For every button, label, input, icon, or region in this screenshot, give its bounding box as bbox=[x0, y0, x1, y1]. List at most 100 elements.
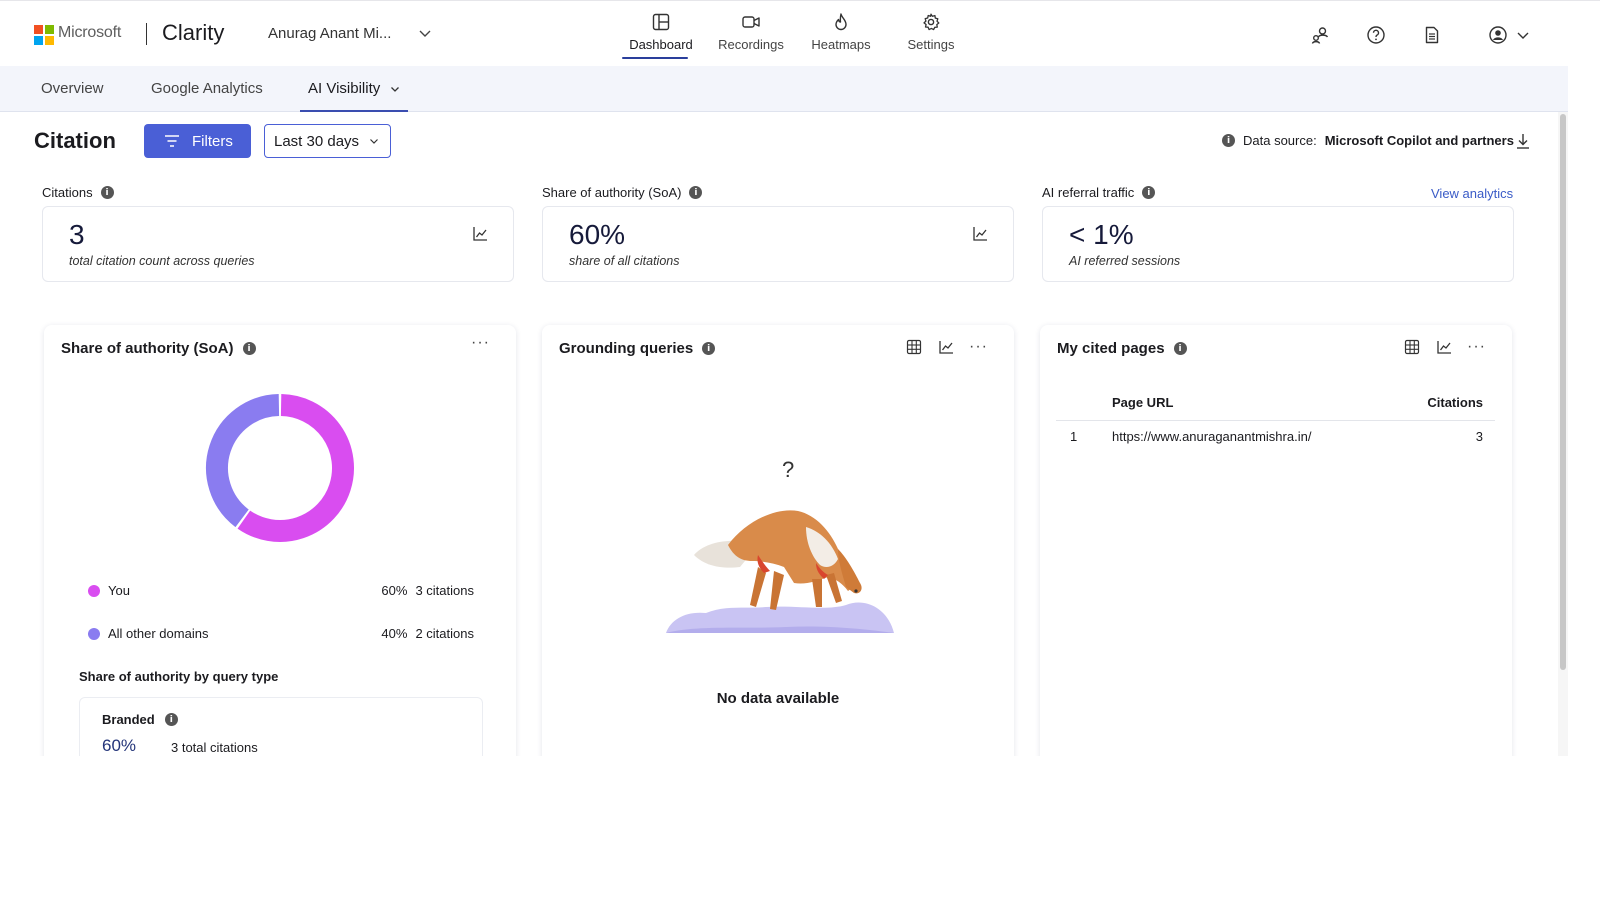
gear-icon bbox=[923, 13, 940, 31]
donut-slice-0[interactable] bbox=[237, 394, 354, 542]
download-icon[interactable] bbox=[1514, 132, 1532, 150]
date-range-dropdown[interactable]: Last 30 days bbox=[264, 124, 391, 158]
nav-label: Heatmaps bbox=[811, 37, 871, 52]
people-icon[interactable] bbox=[1308, 23, 1332, 47]
kpi-label-text: Citations bbox=[42, 185, 93, 200]
info-icon[interactable]: i bbox=[164, 713, 178, 726]
table-row[interactable]: 1 https://www.anuraganantmishra.in/ 3 bbox=[1056, 429, 1495, 451]
filters-label: Filters bbox=[192, 132, 233, 150]
more-options-icon[interactable]: ··· bbox=[1467, 339, 1486, 355]
kpi-subtitle: total citation count across queries bbox=[69, 254, 255, 268]
kpi-label-text: Share of authority (SoA) bbox=[542, 185, 682, 200]
chevron-down-icon[interactable] bbox=[418, 26, 432, 40]
fox-illustration bbox=[666, 510, 894, 633]
kpi-subtitle: share of all citations bbox=[569, 254, 680, 268]
page-url[interactable]: https://www.anuraganantmishra.in/ bbox=[1112, 429, 1311, 444]
nav-label: Settings bbox=[907, 37, 955, 52]
account-icon[interactable] bbox=[1486, 23, 1510, 47]
legend-label: You bbox=[108, 583, 130, 598]
kpi-label-ai-referral: AI referral traffic i bbox=[1042, 185, 1156, 200]
widget-toolbar: ··· bbox=[471, 335, 490, 351]
branded-label: Branded i bbox=[102, 712, 178, 727]
nav-label: Dashboard bbox=[629, 37, 693, 52]
widget-title: Share of authority (SoA) i bbox=[61, 340, 256, 357]
soa-widget: Share of authority (SoA) i ··· You 60% 3… bbox=[44, 325, 516, 777]
tab-overview[interactable]: Overview bbox=[41, 66, 104, 112]
kpi-value: 3 bbox=[69, 219, 85, 250]
info-icon[interactable]: i bbox=[242, 342, 256, 355]
citation-count: 3 bbox=[1475, 429, 1483, 444]
dashboard-icon bbox=[652, 13, 670, 31]
column-header-page-url[interactable]: Page URL bbox=[1112, 395, 1173, 410]
data-source: i Data source: Microsoft Copilot and par… bbox=[1222, 133, 1514, 148]
kpi-card-soa: 60% share of all citations bbox=[542, 206, 1014, 282]
query-type-heading: Share of authority by query type bbox=[79, 669, 279, 684]
filters-button[interactable]: Filters bbox=[144, 124, 251, 158]
widget-toolbar: ··· bbox=[1403, 338, 1486, 356]
project-selector[interactable]: Anurag Anant Mi... bbox=[268, 25, 391, 42]
more-options-icon[interactable]: ··· bbox=[969, 339, 988, 355]
more-options-icon[interactable]: ··· bbox=[471, 335, 490, 351]
top-header: Microsoft Clarity Anurag Anant Mi... Das… bbox=[0, 0, 1600, 66]
chevron-down-icon[interactable] bbox=[1511, 23, 1535, 47]
widget-title-text: Grounding queries bbox=[559, 340, 694, 357]
filter-icon bbox=[165, 135, 179, 147]
view-analytics-link[interactable]: View analytics bbox=[1431, 186, 1513, 201]
info-icon[interactable]: i bbox=[100, 186, 114, 199]
trend-chart-icon[interactable] bbox=[971, 225, 989, 243]
branded-count: 3 total citations bbox=[171, 740, 258, 755]
microsoft-wordmark: Microsoft bbox=[58, 24, 122, 41]
info-icon[interactable]: i bbox=[1173, 342, 1187, 355]
donut-slice-1[interactable] bbox=[206, 394, 280, 528]
legend-swatch bbox=[88, 584, 100, 597]
nav-dashboard[interactable]: Dashboard bbox=[616, 9, 706, 61]
kpi-label-soa: Share of authority (SoA) i bbox=[542, 185, 703, 200]
chevron-down-icon bbox=[370, 139, 378, 144]
legend-label: All other domains bbox=[108, 626, 209, 641]
dashboard-subnav: Overview Google Analytics AI Visibility bbox=[0, 66, 1568, 112]
legend-swatch bbox=[88, 627, 100, 640]
widget-title-text: My cited pages bbox=[1057, 340, 1165, 357]
widget-title: My cited pages i bbox=[1057, 340, 1187, 357]
widget-title: Grounding queries i bbox=[559, 340, 716, 357]
video-camera-icon bbox=[742, 16, 760, 28]
date-range-label: Last 30 days bbox=[274, 132, 360, 150]
kpi-subtitle: AI referred sessions bbox=[1069, 254, 1181, 268]
help-icon[interactable] bbox=[1364, 23, 1388, 47]
kpi-label-citations: Citations i bbox=[42, 185, 114, 200]
table-view-icon[interactable] bbox=[1403, 338, 1421, 356]
kpi-value: 60% bbox=[569, 219, 626, 250]
nav-settings[interactable]: Settings bbox=[886, 9, 976, 61]
brand-divider bbox=[146, 23, 147, 45]
empty-state-text: No data available bbox=[716, 690, 840, 707]
tab-google-analytics[interactable]: Google Analytics bbox=[151, 66, 263, 112]
kpi-card-ai-referral: < 1% AI referred sessions bbox=[1042, 206, 1514, 282]
info-icon[interactable]: i bbox=[1142, 186, 1156, 199]
product-name[interactable]: Clarity bbox=[162, 20, 224, 46]
page-title: Citation bbox=[34, 128, 116, 153]
nav-recordings[interactable]: Recordings bbox=[706, 9, 796, 61]
tab-ai-visibility[interactable]: AI Visibility bbox=[299, 66, 409, 112]
chevron-down-icon bbox=[391, 87, 400, 92]
widget-title-text: Share of authority (SoA) bbox=[61, 340, 234, 357]
legend-count: 2 citations bbox=[415, 626, 474, 641]
info-icon[interactable]: i bbox=[702, 342, 716, 355]
trend-chart-icon[interactable] bbox=[1435, 338, 1453, 356]
column-header-citations[interactable]: Citations bbox=[1427, 395, 1483, 410]
scrollbar-thumb[interactable] bbox=[1560, 114, 1566, 670]
info-icon[interactable]: i bbox=[1222, 134, 1235, 147]
trend-chart-icon[interactable] bbox=[471, 225, 489, 243]
microsoft-logo-icon bbox=[34, 25, 54, 45]
nav-heatmaps[interactable]: Heatmaps bbox=[796, 9, 886, 61]
trend-chart-icon[interactable] bbox=[937, 338, 955, 356]
data-source-prefix: Data source: bbox=[1243, 133, 1317, 148]
info-icon[interactable]: i bbox=[689, 186, 703, 199]
legend-item-you: You 60% 3 citations bbox=[88, 583, 474, 598]
kpi-value: < 1% bbox=[1069, 219, 1134, 250]
table-view-icon[interactable] bbox=[905, 338, 923, 356]
main-nav: Dashboard Recordings Heatmaps Settings bbox=[616, 9, 976, 61]
question-mark: ? bbox=[782, 457, 795, 482]
branded-percent: 60% bbox=[102, 736, 137, 755]
grounding-queries-widget: Grounding queries i ··· ? No data availa… bbox=[542, 325, 1014, 765]
document-icon[interactable] bbox=[1420, 23, 1444, 47]
